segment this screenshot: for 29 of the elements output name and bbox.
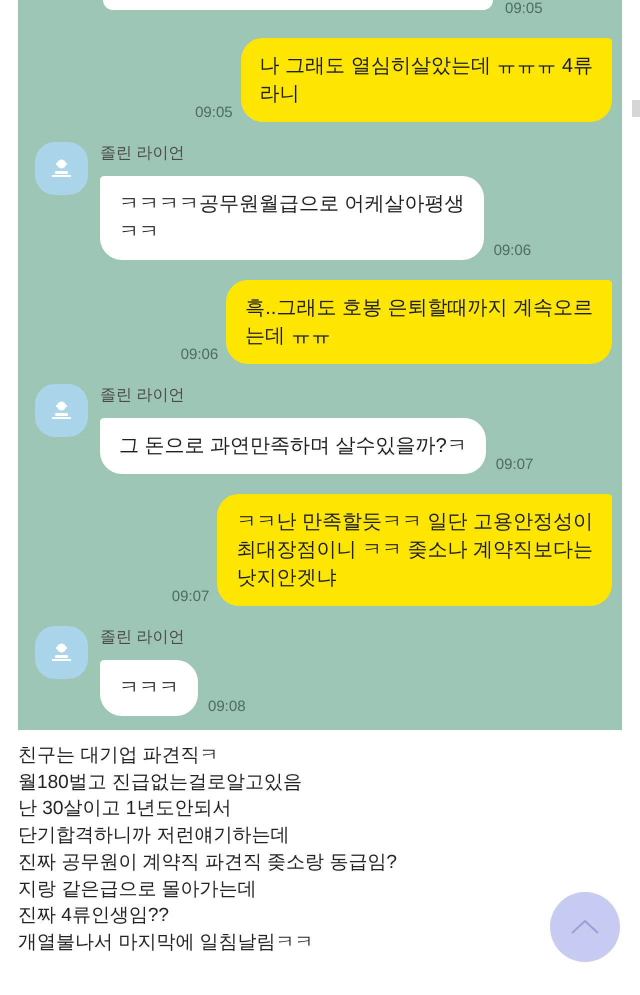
- post-text-line: 난 30살이고 1년도안되서: [18, 797, 232, 822]
- message-time: 09:06: [494, 242, 532, 260]
- sender-name: 졸린 라이언: [100, 144, 184, 164]
- message-time: 09:05: [505, 0, 543, 18]
- avatar-icon[interactable]: [35, 384, 88, 437]
- message-time: 09:05: [195, 104, 233, 122]
- sender-name: 졸린 라이언: [100, 386, 184, 406]
- message-time: 09:06: [180, 346, 218, 364]
- avatar-icon[interactable]: [35, 142, 88, 195]
- message-bubble: ㅋㅋ난 만족할듯ㅋㅋ 일단 고용안정성이 최대장점이니 ㅋㅋ 좆소나 계약직보다는 낫지안겟냐: [217, 494, 612, 606]
- post-text-line: 지랑 같은급으로 몰아가는데: [18, 878, 257, 902]
- sender-name: 졸린 라이언: [100, 628, 184, 648]
- message-time: 09:07: [496, 456, 534, 474]
- message-bubble: 나 그래도 열심히살았는데 ㅠㅠㅠ 4류 라니: [240, 38, 612, 122]
- post-text-line: 월180벌고 진급없는걸로알고있음: [18, 770, 302, 795]
- post-text-line: 개열불나서 마지막에 일침날림ㅋㅋ: [18, 930, 314, 955]
- message-time: 09:08: [208, 698, 246, 716]
- message-time: 09:07: [172, 588, 210, 606]
- message-bubble: ㅋㅋㅋㅋ공무원월급으로 어케살아평생 ㅋㅋ: [100, 176, 484, 260]
- message-bubble: ㅋㅋㅋ: [100, 660, 198, 716]
- post-text-line: 진짜 4류인생임??: [18, 904, 169, 928]
- chevron-up-icon: [571, 920, 599, 934]
- post-text-line: 단기합격하니까 저런얘기하는데: [18, 824, 290, 848]
- message-bubble: 그 돈으로 과연만족하며 살수있을까?ㅋ: [100, 418, 486, 474]
- message-bubble: 흑..그래도 호봉 은퇴할때까지 계속오르 는데 ㅠㅠ: [226, 280, 612, 364]
- scroll-indicator: [632, 100, 640, 117]
- avatar-icon[interactable]: [35, 626, 88, 679]
- post-text-line: 친구는 대기업 파견직ㅋ: [18, 744, 219, 768]
- post-text-line: 진짜 공무원이 계약직 파견직 좆소랑 동급임?: [18, 850, 397, 875]
